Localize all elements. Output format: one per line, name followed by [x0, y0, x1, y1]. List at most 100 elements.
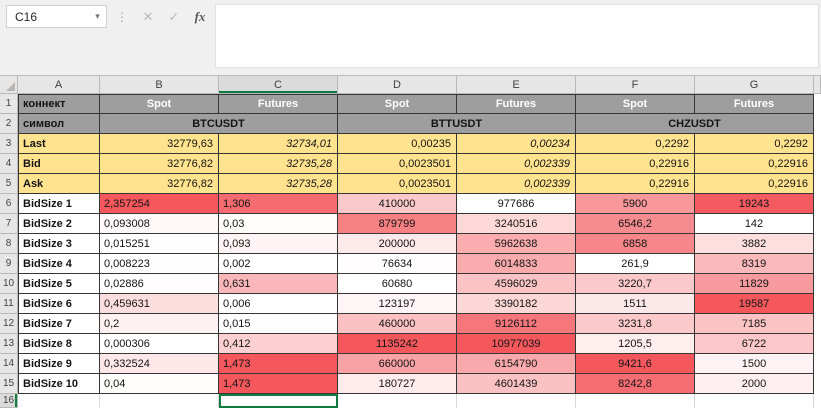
cell-A6[interactable]: BidSize 1	[18, 194, 100, 214]
cell-G11[interactable]: 19587	[695, 294, 814, 314]
cell-C7[interactable]: 0,03	[219, 214, 338, 234]
cell-G15[interactable]: 2000	[695, 374, 814, 394]
cell-D8[interactable]: 200000	[338, 234, 457, 254]
cell-G14[interactable]: 1500	[695, 354, 814, 374]
cell-D1[interactable]: Spot	[338, 94, 457, 114]
cell-B15[interactable]: 0,04	[100, 374, 219, 394]
cell-B1[interactable]: Spot	[100, 94, 219, 114]
column-header-F[interactable]: F	[576, 76, 695, 94]
cell-C11[interactable]: 0,006	[219, 294, 338, 314]
cell-B14[interactable]: 0,332524	[100, 354, 219, 374]
cell-C8[interactable]: 0,093	[219, 234, 338, 254]
row-header-1[interactable]: 1	[0, 94, 18, 114]
cell-E8[interactable]: 5962638	[457, 234, 576, 254]
cell-B4[interactable]: 32776,82	[100, 154, 219, 174]
cell-A15[interactable]: BidSize 10	[18, 374, 100, 394]
column-header-E[interactable]: E	[457, 76, 576, 94]
cell-A10[interactable]: BidSize 5	[18, 274, 100, 294]
name-box-dropdown-icon[interactable]: ▾	[89, 11, 106, 22]
row-header-3[interactable]: 3	[0, 134, 18, 154]
cell-A4[interactable]: Bid	[18, 154, 100, 174]
cell-F10[interactable]: 3220,7	[576, 274, 695, 294]
cell-B9[interactable]: 0,008223	[100, 254, 219, 274]
column-header-B[interactable]: B	[100, 76, 219, 94]
cell-F14[interactable]: 9421,6	[576, 354, 695, 374]
row-header-14[interactable]: 14	[0, 354, 18, 374]
row-header-12[interactable]: 12	[0, 314, 18, 334]
cell-A13[interactable]: BidSize 8	[18, 334, 100, 354]
cell-A16[interactable]	[18, 394, 100, 408]
cell-A12[interactable]: BidSize 7	[18, 314, 100, 334]
row-header-16[interactable]: 16	[0, 394, 18, 408]
cell-A14[interactable]: BidSize 9	[18, 354, 100, 374]
cell-G3[interactable]: 0,2292	[695, 134, 814, 154]
cell-A8[interactable]: BidSize 3	[18, 234, 100, 254]
cell-F11[interactable]: 1511	[576, 294, 695, 314]
row-header-7[interactable]: 7	[0, 214, 18, 234]
cell-G12[interactable]: 7185	[695, 314, 814, 334]
cell-G10[interactable]: 11829	[695, 274, 814, 294]
cell-A11[interactable]: BidSize 6	[18, 294, 100, 314]
cell-C13[interactable]: 0,412	[219, 334, 338, 354]
column-header-partial[interactable]	[814, 76, 821, 94]
cell-E11[interactable]: 3390182	[457, 294, 576, 314]
cell-D12[interactable]: 460000	[338, 314, 457, 334]
cell-E15[interactable]: 4601439	[457, 374, 576, 394]
cell-E6[interactable]: 977686	[457, 194, 576, 214]
row-header-9[interactable]: 9	[0, 254, 18, 274]
cell-C5[interactable]: 32735,28	[219, 174, 338, 194]
cell-B6[interactable]: 2,357254	[100, 194, 219, 214]
cell-F16[interactable]	[576, 394, 695, 408]
cell-E1[interactable]: Futures	[457, 94, 576, 114]
cell-E12[interactable]: 9126112	[457, 314, 576, 334]
cell-E16[interactable]	[457, 394, 576, 408]
cell-E3[interactable]: 0,00234	[457, 134, 576, 154]
cell-B8[interactable]: 0,015251	[100, 234, 219, 254]
cell-B13[interactable]: 0,000306	[100, 334, 219, 354]
row-header-2[interactable]: 2	[0, 114, 18, 134]
cell-C3[interactable]: 32734,01	[219, 134, 338, 154]
cell-F12[interactable]: 3231,8	[576, 314, 695, 334]
row-header-4[interactable]: 4	[0, 154, 18, 174]
cell-A1[interactable]: коннект	[18, 94, 100, 114]
cell-A7[interactable]: BidSize 2	[18, 214, 100, 234]
cell-D13[interactable]: 1135242	[338, 334, 457, 354]
cell-B5[interactable]: 32776,82	[100, 174, 219, 194]
formula-bar-input[interactable]	[215, 4, 819, 68]
cell-E14[interactable]: 6154790	[457, 354, 576, 374]
cell-F1[interactable]: Spot	[576, 94, 695, 114]
cell-D7[interactable]: 879799	[338, 214, 457, 234]
cell-B2[interactable]: BTCUSDT	[100, 114, 338, 134]
cell-A2[interactable]: символ	[18, 114, 100, 134]
cell-F2[interactable]: CHZUSDT	[576, 114, 814, 134]
cell-B3[interactable]: 32779,63	[100, 134, 219, 154]
row-header-5[interactable]: 5	[0, 174, 18, 194]
cell-D5[interactable]: 0,0023501	[338, 174, 457, 194]
cell-A5[interactable]: Ask	[18, 174, 100, 194]
cell-G13[interactable]: 6722	[695, 334, 814, 354]
select-all-button[interactable]	[0, 76, 18, 94]
cell-F15[interactable]: 8242,8	[576, 374, 695, 394]
cell-B11[interactable]: 0,459631	[100, 294, 219, 314]
cell-F13[interactable]: 1205,5	[576, 334, 695, 354]
cell-E5[interactable]: 0,002339	[457, 174, 576, 194]
cell-F4[interactable]: 0,22916	[576, 154, 695, 174]
row-header-10[interactable]: 10	[0, 274, 18, 294]
enter-icon[interactable]: ✓	[161, 9, 187, 25]
cell-C1[interactable]: Futures	[219, 94, 338, 114]
row-header-13[interactable]: 13	[0, 334, 18, 354]
cell-D16[interactable]	[338, 394, 457, 408]
column-header-C[interactable]: C	[219, 76, 338, 94]
row-header-15[interactable]: 15	[0, 374, 18, 394]
row-header-11[interactable]: 11	[0, 294, 18, 314]
cell-C12[interactable]: 0,015	[219, 314, 338, 334]
cell-F6[interactable]: 5900	[576, 194, 695, 214]
row-header-8[interactable]: 8	[0, 234, 18, 254]
cell-C14[interactable]: 1,473	[219, 354, 338, 374]
cell-D15[interactable]: 180727	[338, 374, 457, 394]
cell-B10[interactable]: 0,02886	[100, 274, 219, 294]
cell-F9[interactable]: 261,9	[576, 254, 695, 274]
cell-G4[interactable]: 0,22916	[695, 154, 814, 174]
cell-A3[interactable]: Last	[18, 134, 100, 154]
cell-G9[interactable]: 8319	[695, 254, 814, 274]
